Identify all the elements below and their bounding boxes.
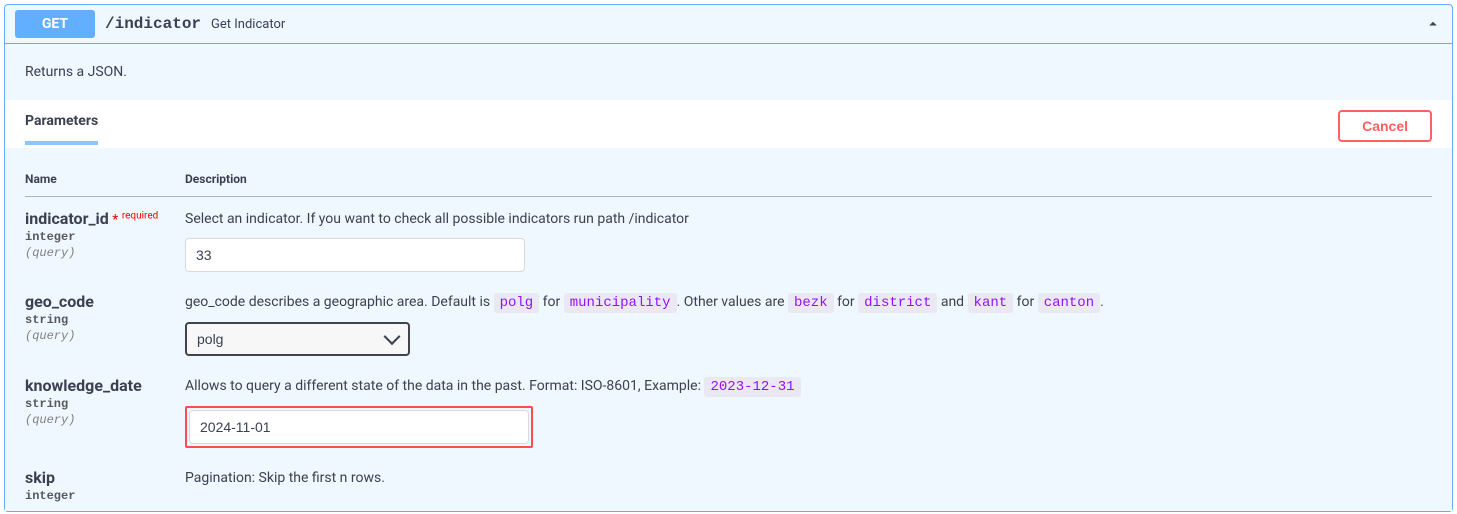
knowledge-date-input[interactable]	[189, 410, 529, 444]
param-row-indicator-id: indicator_id * required integer (query) …	[25, 197, 1432, 281]
param-name: knowledge_date	[25, 376, 185, 395]
operation-block: GET /indicator Get Indicator Returns a J…	[4, 4, 1453, 512]
operation-summary[interactable]: GET /indicator Get Indicator	[5, 5, 1452, 44]
param-type: integer	[25, 489, 185, 503]
endpoint-description: Returns a JSON.	[5, 44, 1452, 100]
chevron-up-icon[interactable]	[1424, 15, 1442, 33]
code-kant: kant	[968, 293, 1014, 313]
code-example-date: 2023-12-31	[704, 377, 800, 397]
code-polg: polg	[494, 293, 540, 313]
column-header-description: Description	[185, 162, 1432, 197]
param-type: integer	[25, 230, 185, 244]
parameters-tab[interactable]: Parameters	[25, 113, 98, 145]
code-canton: canton	[1038, 293, 1100, 313]
http-method-badge: GET	[15, 10, 95, 38]
param-type: string	[25, 313, 185, 327]
parameters-header: Parameters Cancel	[5, 100, 1452, 148]
param-name: indicator_id	[25, 209, 109, 228]
indicator-id-input[interactable]	[185, 238, 525, 272]
param-row-geo-code: geo_code string (query) geo_code describ…	[25, 280, 1432, 364]
param-row-knowledge-date: knowledge_date string (query) Allows to …	[25, 364, 1432, 456]
param-in: (query)	[25, 329, 185, 343]
endpoint-path: /indicator	[105, 15, 201, 33]
operation-body: Returns a JSON. Parameters Cancel Name D…	[5, 44, 1452, 511]
code-municipality: municipality	[564, 293, 677, 313]
param-description: geo_code describes a geographic area. De…	[185, 292, 1432, 314]
param-name: skip	[25, 468, 185, 487]
required-star: *	[112, 212, 118, 228]
param-in: (query)	[25, 413, 185, 427]
endpoint-summary: Get Indicator	[211, 17, 285, 32]
param-description: Select an indicator. If you want to chec…	[185, 209, 1432, 230]
param-type: string	[25, 397, 185, 411]
geo-code-select[interactable]: polg	[185, 322, 410, 356]
code-bezk: bezk	[788, 293, 834, 313]
column-header-name: Name	[25, 162, 185, 197]
param-name: geo_code	[25, 292, 185, 311]
highlighted-input-box	[185, 406, 533, 448]
param-row-skip: skip integer Pagination: Skip the first …	[25, 456, 1432, 511]
required-label: required	[122, 210, 158, 221]
cancel-button[interactable]: Cancel	[1338, 110, 1432, 142]
code-district: district	[858, 293, 937, 313]
parameters-table: Name Description indicator_id * required	[25, 162, 1432, 511]
param-description: Pagination: Skip the first n rows.	[185, 468, 1432, 489]
param-in: (query)	[25, 246, 185, 260]
param-description: Allows to query a different state of the…	[185, 376, 1432, 398]
